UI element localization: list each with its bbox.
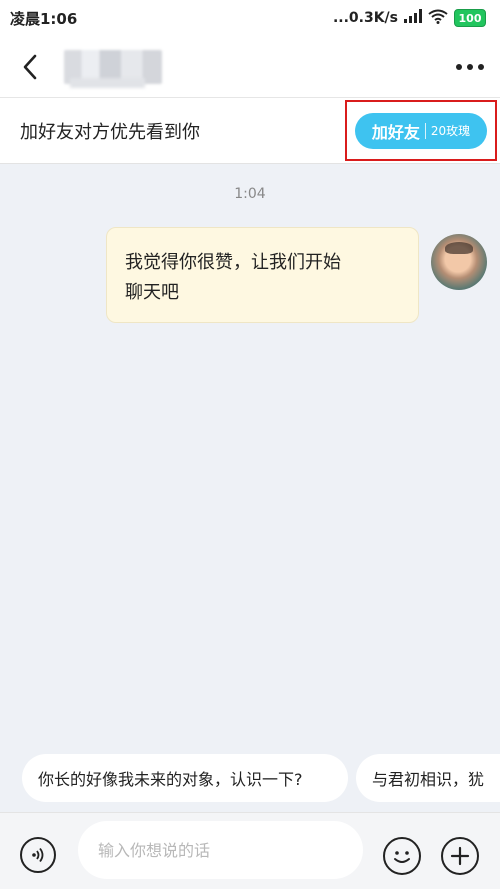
- status-indicators: ...0.3K/s 100: [333, 9, 486, 28]
- emoji-button[interactable]: [383, 837, 421, 875]
- add-friend-hint: 加好友对方优先看到你: [20, 121, 200, 143]
- emoji-icon: [394, 851, 410, 863]
- contact-status-blurred: [70, 78, 145, 88]
- wifi-icon: [428, 9, 448, 28]
- signal-bars-icon: [404, 9, 422, 27]
- back-button[interactable]: [0, 36, 60, 98]
- add-friend-button[interactable]: 加好友 20玫瑰: [355, 112, 487, 149]
- message-timestamp: 1:04: [234, 186, 266, 202]
- input-bar: [0, 812, 500, 889]
- message-text-line1: 我觉得你很赞，让我们开始: [125, 252, 341, 273]
- add-friend-highlight: 加好友 20玫瑰: [345, 100, 497, 161]
- battery-icon: 100: [454, 9, 486, 27]
- plus-icon: [450, 846, 470, 866]
- message-bubble[interactable]: 我觉得你很赞，让我们开始 聊天吧: [106, 227, 419, 323]
- quick-replies: 你长的好像我未来的对象，认识一下? 与君初相识，犹: [0, 754, 500, 804]
- voice-button[interactable]: [20, 837, 56, 873]
- add-friend-label: 加好友: [371, 122, 420, 142]
- voice-icon: [32, 847, 44, 863]
- more-button[interactable]: [440, 36, 500, 98]
- add-friend-cost: 20玫瑰: [430, 124, 471, 138]
- nav-bar: [0, 36, 500, 98]
- message-text-line2: 聊天吧: [125, 282, 179, 303]
- avatar[interactable]: [431, 234, 487, 290]
- status-bar: 凌晨1:06 ...0.3K/s 100: [0, 0, 500, 36]
- network-speed: ...0.3K/s: [332, 10, 398, 26]
- quick-reply-chip[interactable]: 你长的好像我未来的对象，认识一下?: [22, 754, 348, 802]
- status-time: 凌晨1:06: [10, 9, 78, 28]
- chevron-left-icon: [23, 54, 37, 79]
- message-input[interactable]: [78, 821, 363, 879]
- quick-reply-chip[interactable]: 与君初相识，犹: [356, 754, 500, 802]
- more-dots-icon: [456, 63, 484, 70]
- divider: [424, 122, 426, 139]
- plus-button[interactable]: [441, 837, 479, 875]
